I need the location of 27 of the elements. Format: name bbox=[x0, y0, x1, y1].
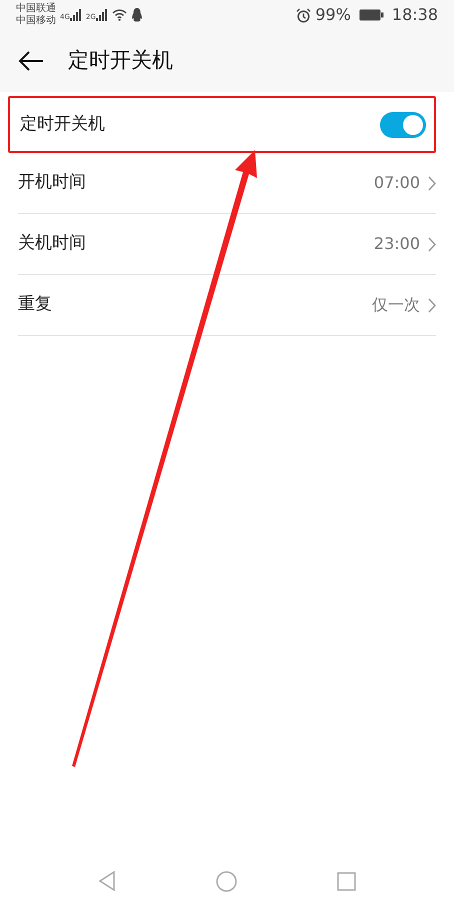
battery-percent: 99% bbox=[315, 4, 351, 26]
page-title: 定时开关机 bbox=[68, 47, 173, 74]
setting-label: 关机时间 bbox=[18, 232, 87, 256]
toggle-switch[interactable] bbox=[380, 112, 426, 138]
setting-value: 23:00 bbox=[374, 233, 420, 255]
clock-time: 18:38 bbox=[392, 4, 438, 26]
battery-icon bbox=[358, 9, 384, 21]
carrier-name: 中国移动 bbox=[16, 15, 56, 27]
signal-icon bbox=[70, 9, 82, 21]
alarm-icon bbox=[296, 8, 312, 22]
back-arrow-icon[interactable] bbox=[18, 50, 44, 72]
signal-icon bbox=[96, 9, 108, 21]
setting-label: 重复 bbox=[18, 293, 53, 316]
chevron-right-icon bbox=[428, 176, 436, 190]
chevron-right-icon bbox=[428, 236, 436, 252]
setting-value: 仅一次 bbox=[372, 294, 420, 316]
setting-value: 07:00 bbox=[374, 172, 420, 194]
wifi-icon bbox=[112, 9, 127, 21]
chevron-right-icon bbox=[428, 298, 436, 312]
setting-label: 开机时间 bbox=[18, 171, 87, 194]
penguin-icon bbox=[130, 8, 143, 22]
home-icon[interactable] bbox=[216, 870, 237, 892]
back-icon[interactable] bbox=[98, 871, 116, 891]
carrier-name: 中国联通 bbox=[16, 3, 56, 14]
setting-label: 定时开关机 bbox=[20, 112, 106, 136]
setting-row[interactable]: 定时开关机 bbox=[8, 96, 436, 153]
recents-icon[interactable] bbox=[337, 872, 356, 890]
